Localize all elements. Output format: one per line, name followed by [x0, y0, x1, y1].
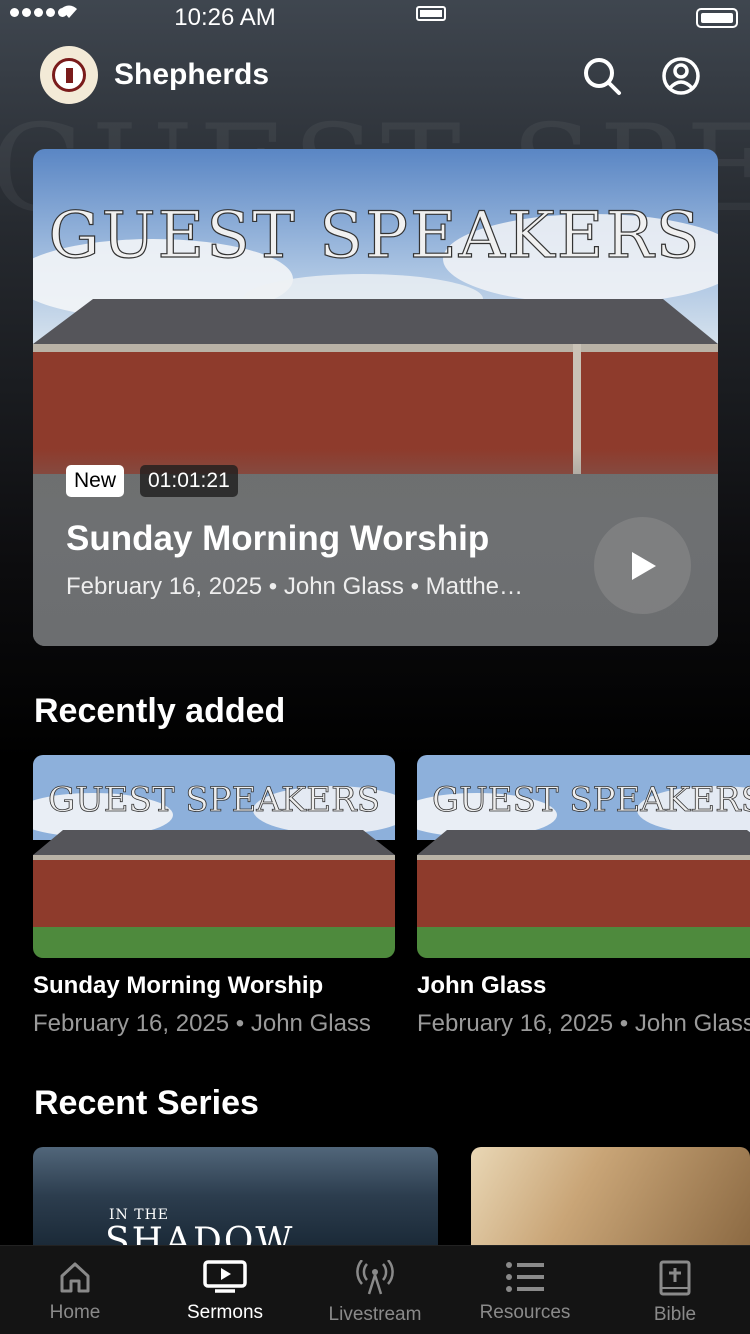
tab-sermons[interactable]: Sermons [150, 1246, 300, 1334]
status-bar: 10:26 AM [0, 0, 750, 36]
bottom-tab-bar: Home Sermons Livestream Resources Bible [0, 1245, 750, 1334]
tab-label: Resources [479, 1302, 571, 1323]
battery-icon [416, 6, 446, 21]
featured-sermon-meta: February 16, 2025 • John Glass • Matthe… [66, 573, 524, 600]
bible-icon [659, 1260, 691, 1296]
series-card[interactable] [471, 1147, 750, 1245]
tab-livestream[interactable]: Livestream [300, 1246, 450, 1334]
thumbnail-title-art: GUEST SPEAKERS [48, 780, 380, 820]
series-card[interactable]: IN THE SHADOW [33, 1147, 438, 1245]
recent-sermon-meta: February 16, 2025 • John Glass [417, 1010, 750, 1037]
search-icon[interactable] [582, 56, 622, 96]
list-icon [506, 1262, 544, 1292]
thumbnail-title-art: GUEST SPEAKERS [432, 780, 750, 820]
recently-added-heading: Recently added [34, 692, 286, 730]
new-badge: New [66, 465, 125, 497]
recent-sermon-card[interactable]: GUEST SPEAKERS John Glass February 16, 2… [417, 755, 750, 1038]
recent-series-heading: Recent Series [34, 1084, 259, 1122]
recent-sermon-thumbnail: GUEST SPEAKERS [33, 755, 395, 958]
recent-sermon-title: Sunday Morning Worship [33, 972, 324, 999]
featured-sermon-title: Sunday Morning Worship [66, 519, 490, 558]
home-icon [60, 1262, 90, 1293]
recent-sermon-meta: February 16, 2025 • John Glass [33, 1010, 371, 1037]
thumbnail-title-art: GUEST SPEAKERS [48, 199, 701, 273]
app-title: Shepherds [114, 58, 270, 91]
status-time: 10:26 AM [174, 4, 276, 31]
profile-icon[interactable] [661, 56, 701, 96]
play-icon [631, 551, 656, 580]
tab-label: Home [49, 1302, 101, 1323]
tv-play-icon [203, 1260, 247, 1293]
recent-sermon-title: John Glass [417, 972, 547, 999]
logo-emblem-icon [52, 58, 86, 92]
play-button[interactable] [594, 517, 691, 614]
tab-label: Sermons [186, 1302, 264, 1323]
battery-icon-secondary [696, 8, 738, 28]
app-header: Shepherds [0, 44, 750, 108]
tab-resources[interactable]: Resources [450, 1246, 600, 1334]
series-title-large: SHADOW [105, 1221, 295, 1245]
tab-home[interactable]: Home [0, 1246, 150, 1334]
featured-sermon-card[interactable]: GUEST SPEAKERS New 01:01:21 Sunday Morni… [33, 149, 718, 646]
recent-sermon-thumbnail: GUEST SPEAKERS [417, 755, 750, 958]
tab-bible[interactable]: Bible [600, 1246, 750, 1334]
tab-label: Livestream [328, 1304, 422, 1325]
recent-sermon-card[interactable]: GUEST SPEAKERS Sunday Morning Worship Fe… [33, 755, 395, 1038]
tab-label: Bible [653, 1304, 697, 1325]
church-logo[interactable] [40, 46, 98, 104]
duration-badge: 01:01:21 [140, 465, 238, 497]
broadcast-icon [356, 1260, 394, 1295]
